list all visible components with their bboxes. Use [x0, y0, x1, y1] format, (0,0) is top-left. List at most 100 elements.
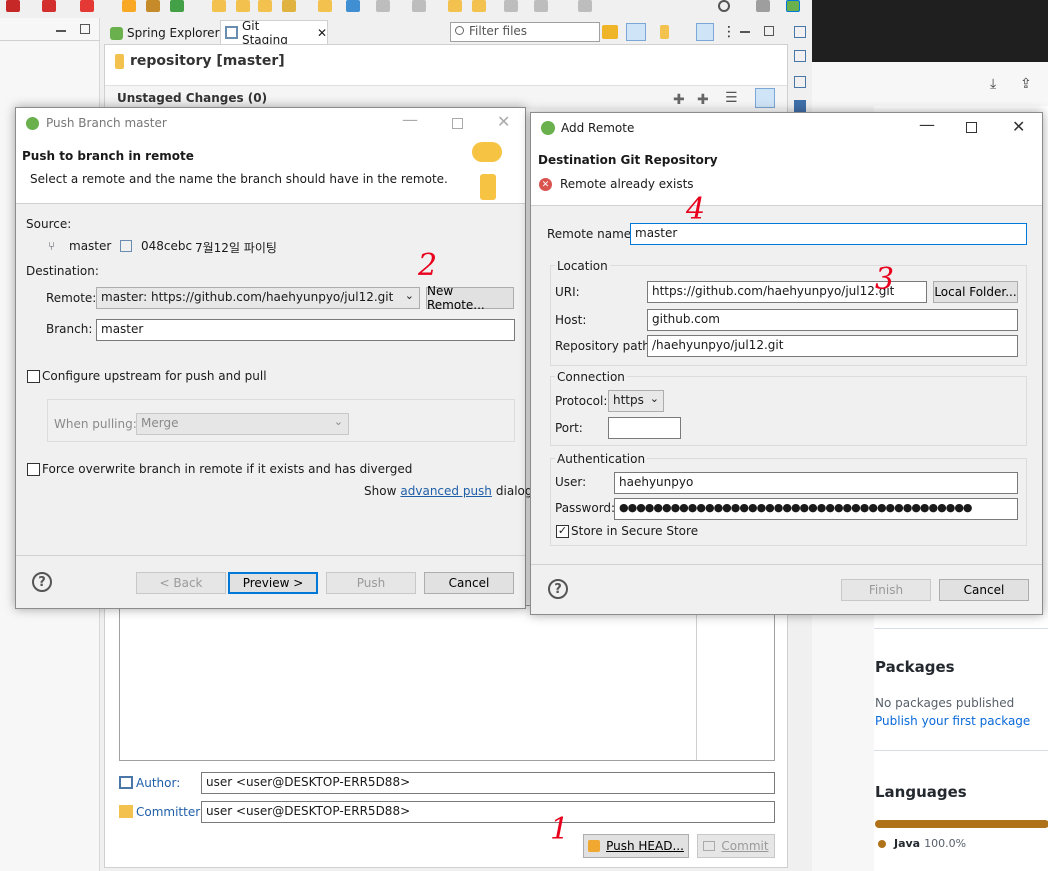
repo-icon[interactable] — [660, 25, 669, 39]
nav-icon[interactable] — [412, 0, 426, 12]
new-remote-button[interactable]: New Remote... — [426, 284, 514, 312]
view-maximize-icon[interactable] — [764, 26, 774, 36]
store-secure-label[interactable]: Store in Secure Store — [571, 524, 698, 538]
commit-button[interactable]: Commit — [697, 834, 775, 858]
folder-icon[interactable] — [236, 0, 250, 12]
next-icon[interactable] — [534, 0, 548, 12]
source-label: Source: — [26, 217, 72, 231]
new-window-icon[interactable] — [578, 0, 592, 12]
add-icon[interactable]: ✚ — [673, 92, 685, 108]
committer-field[interactable]: user <user@DESKTOP-ERR5D88> — [201, 801, 775, 823]
help-icon[interactable]: ? — [32, 572, 52, 592]
header-title: Push to branch in remote — [22, 149, 194, 163]
back-button[interactable]: < Back — [136, 572, 226, 594]
protocol-value: https — [613, 393, 644, 407]
close-icon[interactable]: ✕ — [317, 26, 327, 40]
port-input[interactable] — [608, 417, 681, 439]
store-secure-checkbox[interactable]: ✓ — [556, 525, 569, 538]
back-icon[interactable] — [448, 0, 462, 12]
search-icon[interactable] — [718, 0, 730, 12]
maximize-icon[interactable] — [80, 24, 90, 34]
force-overwrite-checkbox[interactable] — [27, 463, 40, 476]
author-value: user <user@DESKTOP-ERR5D88> — [206, 775, 411, 789]
committer-label[interactable]: Committer: — [136, 805, 204, 819]
pencil-icon[interactable] — [282, 0, 296, 12]
share-icon[interactable]: ⇪ — [1020, 76, 1032, 92]
minimize-icon[interactable] — [56, 30, 66, 32]
push-button[interactable]: Push — [326, 572, 416, 594]
cancel-button[interactable]: Cancel — [939, 579, 1029, 601]
force-overwrite-label[interactable]: Force overwrite branch in remote if it e… — [42, 462, 412, 476]
repo-path-input[interactable]: /haehyunpyo/jul12.git — [647, 335, 1018, 357]
protocol-select[interactable]: https ⌄ — [608, 390, 664, 412]
trim-icon-4[interactable] — [794, 100, 806, 112]
debug-icon[interactable] — [6, 0, 20, 12]
refresh-icon[interactable] — [170, 0, 184, 12]
error-icon: ✕ — [539, 178, 552, 191]
add-all-icon[interactable]: ✚ — [697, 92, 709, 108]
filter-files-input[interactable]: Filter files — [450, 22, 600, 42]
run-icon[interactable] — [80, 0, 94, 12]
committer-value: user <user@DESKTOP-ERR5D88> — [206, 804, 411, 818]
remote-label: Remote: — [46, 291, 97, 305]
when-pulling-label: When pulling: — [54, 417, 137, 431]
search-folder-icon[interactable] — [318, 0, 332, 12]
view-minimize-icon[interactable] — [740, 31, 750, 33]
tab-spring-explorer[interactable]: Spring Explorer — [110, 22, 220, 44]
open-type-icon[interactable] — [212, 0, 226, 12]
link-icon[interactable] — [626, 23, 646, 41]
password-input[interactable]: ●●●●●●●●●●●●●●●●●●●●●●●●●●●●●●●●●●●●●●●●… — [614, 498, 1018, 520]
advanced-push-link[interactable]: advanced push — [400, 484, 492, 498]
folder-open-icon[interactable] — [258, 0, 272, 12]
maximize-icon[interactable] — [966, 122, 977, 133]
trim-icon-3[interactable] — [794, 76, 806, 88]
password-label: Password: — [555, 501, 616, 515]
browser-dark-bar — [812, 0, 1048, 62]
close-icon[interactable]: ✕ — [497, 112, 510, 131]
no-packages-text: No packages published — [875, 696, 1015, 710]
prev-icon[interactable] — [504, 0, 518, 12]
perspective-icon[interactable] — [756, 0, 770, 12]
finish-button[interactable]: Finish — [841, 579, 931, 601]
local-folder-label: Local Folder... — [934, 285, 1017, 299]
dialog-title: Add Remote — [561, 121, 635, 135]
user-input[interactable]: haehyunpyo — [614, 472, 1018, 494]
branch-input[interactable]: master — [96, 319, 515, 341]
publish-package-link[interactable]: Publish your first package — [875, 714, 1030, 728]
new-class-icon[interactable] — [122, 0, 136, 12]
sync-icon[interactable] — [602, 25, 618, 39]
author-label[interactable]: Author: — [136, 776, 180, 790]
more-icon[interactable]: ⋮ — [722, 24, 736, 40]
local-folder-button[interactable]: Local Folder... — [933, 281, 1018, 303]
trim-icon-1[interactable] — [794, 26, 806, 38]
preview-button[interactable]: Preview > — [228, 572, 318, 594]
stop-icon[interactable] — [42, 0, 56, 12]
package-icon[interactable] — [146, 0, 160, 12]
cancel-button[interactable]: Cancel — [424, 572, 514, 594]
globe-icon[interactable] — [346, 0, 360, 12]
layout-icon[interactable] — [696, 23, 714, 41]
spring-perspective-icon[interactable] — [786, 0, 800, 12]
spring-icon — [26, 117, 39, 130]
close-icon[interactable]: ✕ — [1012, 117, 1025, 136]
when-pulling-select[interactable]: Merge ⌄ — [136, 413, 349, 435]
commit-message-area[interactable] — [119, 605, 775, 761]
configure-upstream-label[interactable]: Configure upstream for push and pull — [42, 369, 267, 383]
trim-icon-2[interactable] — [794, 50, 806, 62]
configure-upstream-checkbox[interactable] — [27, 370, 40, 383]
annotation-icon[interactable] — [376, 0, 390, 12]
sort-icon[interactable] — [755, 88, 775, 108]
maximize-icon[interactable] — [452, 118, 463, 129]
remote-select[interactable]: master: https://github.com/haehyunpyo/ju… — [96, 287, 420, 309]
minimize-icon[interactable]: — — [402, 110, 418, 129]
list-icon[interactable]: ☰ — [725, 90, 738, 106]
forward-icon[interactable] — [472, 0, 486, 12]
author-field[interactable]: user <user@DESKTOP-ERR5D88> — [201, 772, 775, 794]
help-icon[interactable]: ? — [548, 579, 568, 599]
minimize-icon[interactable]: — — [919, 115, 935, 134]
download-icon[interactable]: ⤓ — [990, 76, 996, 92]
tab-git-staging[interactable]: Git Staging ✕ — [220, 19, 328, 47]
language-item[interactable]: Java 100.0% — [878, 837, 966, 850]
push-head-button[interactable]: Push HEAD... — [583, 834, 689, 858]
host-input[interactable]: github.com — [647, 309, 1018, 331]
